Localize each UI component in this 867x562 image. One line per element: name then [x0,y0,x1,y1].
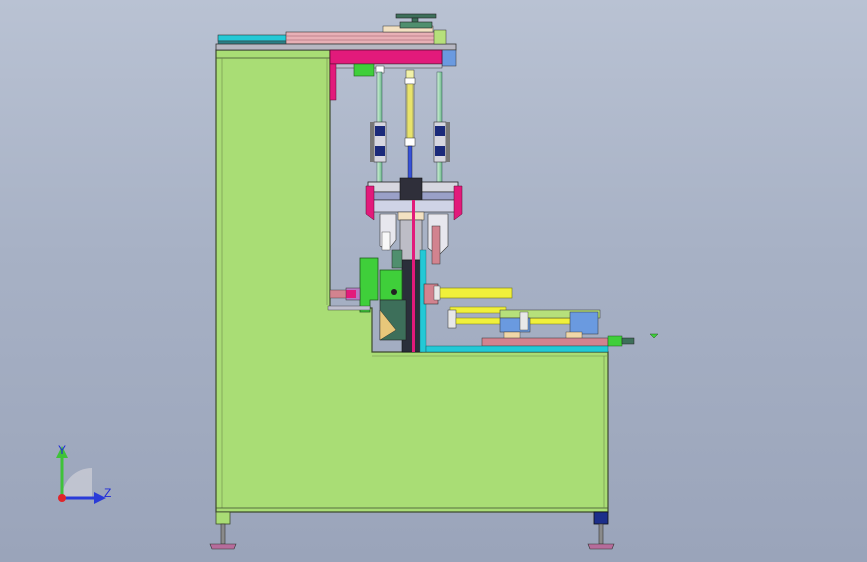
leveling-foot-left [209,511,237,550]
pneumatic-cylinder-upper [423,283,513,305]
z-axis-label: Z [104,486,112,500]
leveling-foot-right [587,511,615,550]
handwheel [395,13,437,29]
upper-cross-beam [329,49,443,101]
slide-assembly [425,306,659,353]
guide-rods [376,69,443,183]
y-axis-label: Y [58,443,67,457]
cad-viewport[interactable]: Y Z [0,0,867,562]
